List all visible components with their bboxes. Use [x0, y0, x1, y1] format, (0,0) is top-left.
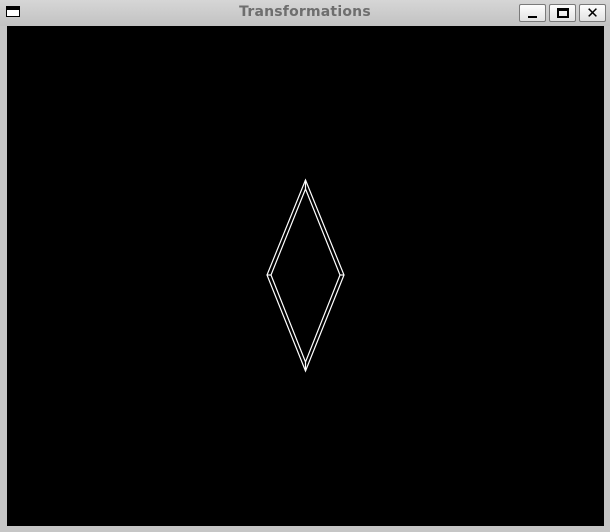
maximize-icon — [556, 8, 569, 18]
title-bar[interactable]: Transformations ✕ — [0, 0, 610, 26]
close-icon: ✕ — [586, 3, 599, 22]
maximize-button[interactable] — [549, 4, 576, 22]
diamond-inner-outline — [270, 187, 341, 364]
diamond-outer-outline — [266, 178, 345, 373]
minimize-icon — [528, 15, 537, 18]
drawing-canvas[interactable] — [7, 26, 604, 526]
canvas-svg — [266, 178, 345, 373]
diamond-shape — [266, 178, 345, 373]
close-button[interactable]: ✕ — [579, 4, 606, 22]
app-window: Transformations ✕ — [0, 0, 610, 532]
minimize-button[interactable] — [519, 4, 546, 22]
